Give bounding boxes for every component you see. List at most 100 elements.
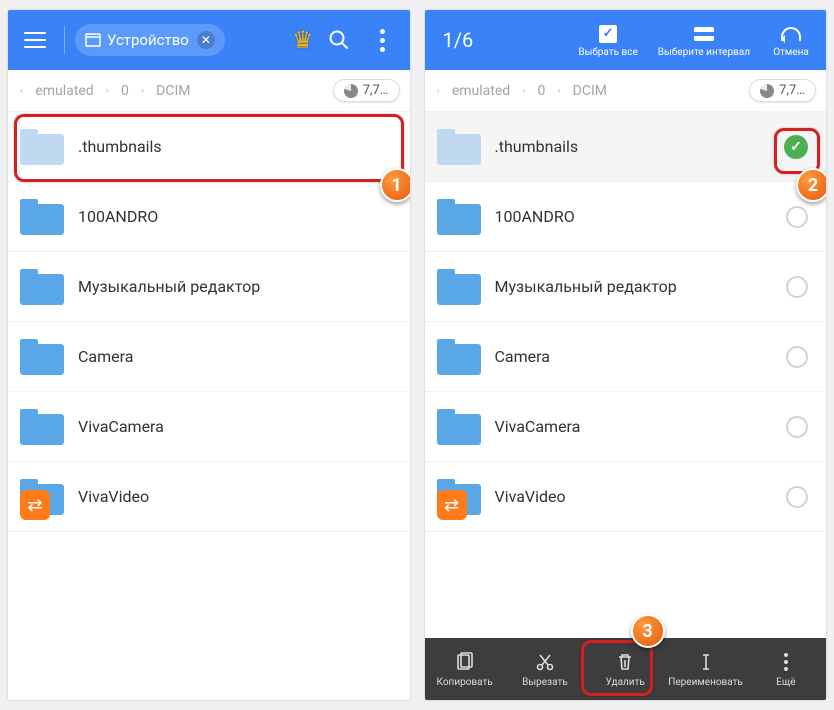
breadcrumb-item[interactable]: DCIM bbox=[567, 81, 613, 101]
close-chip-icon[interactable]: ✕ bbox=[197, 31, 215, 49]
radio-unchecked[interactable] bbox=[786, 346, 808, 368]
folder-row[interactable]: 100ANDRO bbox=[425, 182, 827, 252]
select-interval-button[interactable]: Выберите интервал bbox=[652, 23, 756, 58]
search-icon bbox=[328, 29, 350, 51]
action-label: Переименовать bbox=[668, 677, 743, 688]
folder-row[interactable]: Camera bbox=[425, 322, 827, 392]
action-label: Отмена bbox=[773, 47, 809, 58]
folder-icon bbox=[437, 409, 481, 445]
radio-unchecked[interactable] bbox=[786, 206, 808, 228]
overflow-button[interactable] bbox=[364, 21, 402, 59]
folder-name: .thumbnails bbox=[495, 137, 771, 156]
folder-name: VivaCamera bbox=[495, 417, 773, 436]
folder-icon bbox=[437, 269, 481, 305]
folder-name: VivaVideo bbox=[78, 487, 392, 506]
folder-name: 100ANDRO bbox=[495, 207, 773, 226]
search-button[interactable] bbox=[320, 21, 358, 59]
delete-button[interactable]: Удалить bbox=[585, 638, 665, 700]
pie-icon bbox=[344, 84, 358, 98]
location-chip[interactable]: Устройство ✕ bbox=[75, 24, 225, 56]
folder-row[interactable]: Музыкальный редактор bbox=[8, 252, 410, 322]
chevron-right-icon: › bbox=[141, 84, 144, 97]
selection-count: 1/6 bbox=[443, 28, 474, 52]
breadcrumb-item[interactable]: 0 bbox=[531, 81, 551, 101]
folder-row[interactable]: VivaVideo bbox=[425, 462, 827, 532]
phone-right: 1/6 ✓ Выбрать все Выберите интервал Отме… bbox=[425, 10, 827, 700]
select-all-button[interactable]: ✓ Выбрать все bbox=[572, 23, 643, 58]
folder-row[interactable]: VivaVideo bbox=[8, 462, 410, 532]
copy-icon bbox=[455, 652, 475, 672]
more-vert-icon bbox=[380, 29, 385, 52]
chevron-right-icon: › bbox=[522, 84, 525, 97]
window-icon bbox=[85, 33, 101, 47]
scissors-icon bbox=[535, 652, 555, 672]
action-label: Выбрать все bbox=[578, 47, 637, 58]
action-label: Выберите интервал bbox=[658, 47, 750, 58]
bottom-action-bar: Копировать Вырезать Удалить Переименоват… bbox=[425, 638, 827, 700]
folder-icon bbox=[20, 479, 64, 515]
breadcrumb: ‹ emulated › 0 › DCIM 7,7… bbox=[8, 70, 410, 112]
breadcrumb-item[interactable]: emulated bbox=[446, 81, 516, 101]
breadcrumb-item[interactable]: emulated bbox=[29, 81, 99, 101]
app-bar: Устройство ✕ ♛ bbox=[8, 10, 410, 70]
chevron-right-icon: › bbox=[106, 84, 109, 97]
folder-icon bbox=[437, 129, 481, 165]
action-label: Копировать bbox=[437, 677, 493, 688]
chevron-right-icon: › bbox=[557, 84, 560, 97]
folder-row[interactable]: .thumbnails ✓ bbox=[425, 112, 827, 182]
checkbox-icon: ✓ bbox=[599, 25, 617, 43]
radio-unchecked[interactable] bbox=[786, 276, 808, 298]
more-button[interactable]: Ещё bbox=[746, 638, 826, 700]
folder-name: Музыкальный редактор bbox=[78, 277, 392, 296]
breadcrumb-item[interactable]: DCIM bbox=[150, 81, 196, 101]
folder-row[interactable]: Музыкальный редактор bbox=[425, 252, 827, 322]
folder-name: VivaCamera bbox=[78, 417, 392, 436]
cancel-button[interactable]: Отмена bbox=[764, 23, 818, 58]
radio-unchecked[interactable] bbox=[786, 416, 808, 438]
folder-list: .thumbnails ✓ 100ANDRO Музыкальный редакт… bbox=[425, 112, 827, 638]
folder-name: VivaVideo bbox=[495, 487, 773, 506]
breadcrumb-item[interactable]: 0 bbox=[115, 81, 135, 101]
check-icon[interactable]: ✓ bbox=[784, 135, 808, 159]
folder-row[interactable]: VivaCamera bbox=[8, 392, 410, 462]
phone-left: Устройство ✕ ♛ ‹ emulated › 0 › DCIM 7,7… bbox=[8, 10, 410, 700]
folder-name: 100ANDRO bbox=[78, 207, 392, 226]
folder-row[interactable]: VivaCamera bbox=[425, 392, 827, 462]
folder-icon bbox=[437, 199, 481, 235]
divider bbox=[64, 26, 65, 54]
more-vert-icon bbox=[784, 653, 788, 671]
storage-badge[interactable]: 7,7… bbox=[749, 79, 816, 102]
folder-row[interactable]: Camera bbox=[8, 322, 410, 392]
folder-name: Camera bbox=[495, 347, 773, 366]
undo-icon bbox=[781, 27, 801, 41]
storage-badge[interactable]: 7,7… bbox=[333, 79, 400, 102]
hamburger-icon bbox=[24, 32, 46, 48]
chevron-left-icon[interactable]: ‹ bbox=[437, 84, 440, 97]
top-actions: ✓ Выбрать все Выберите интервал Отмена bbox=[572, 23, 818, 58]
selection-app-bar: 1/6 ✓ Выбрать все Выберите интервал Отме… bbox=[425, 10, 827, 70]
cursor-icon bbox=[696, 652, 716, 672]
folder-icon bbox=[20, 269, 64, 305]
copy-button[interactable]: Копировать bbox=[425, 638, 505, 700]
folder-icon bbox=[437, 339, 481, 375]
radio-unchecked[interactable] bbox=[786, 486, 808, 508]
menu-button[interactable] bbox=[16, 21, 54, 59]
crown-icon[interactable]: ♛ bbox=[292, 26, 314, 54]
cut-button[interactable]: Вырезать bbox=[505, 638, 585, 700]
folder-row[interactable]: .thumbnails bbox=[8, 112, 410, 182]
action-label: Удалить bbox=[606, 677, 645, 688]
folder-icon bbox=[20, 199, 64, 235]
storage-text: 7,7… bbox=[779, 83, 805, 98]
rename-button[interactable]: Переименовать bbox=[665, 638, 745, 700]
pie-icon bbox=[760, 84, 774, 98]
folder-row[interactable]: 100ANDRO bbox=[8, 182, 410, 252]
folder-name: Camera bbox=[78, 347, 392, 366]
folder-list: .thumbnails 100ANDRO Музыкальный редакто… bbox=[8, 112, 410, 700]
folder-icon bbox=[20, 129, 64, 165]
folder-icon bbox=[437, 479, 481, 515]
breadcrumb: ‹ emulated › 0 › DCIM 7,7… bbox=[425, 70, 827, 112]
trash-icon bbox=[615, 652, 635, 672]
interval-icon bbox=[694, 27, 714, 41]
chevron-left-icon[interactable]: ‹ bbox=[20, 84, 23, 97]
folder-icon bbox=[20, 409, 64, 445]
